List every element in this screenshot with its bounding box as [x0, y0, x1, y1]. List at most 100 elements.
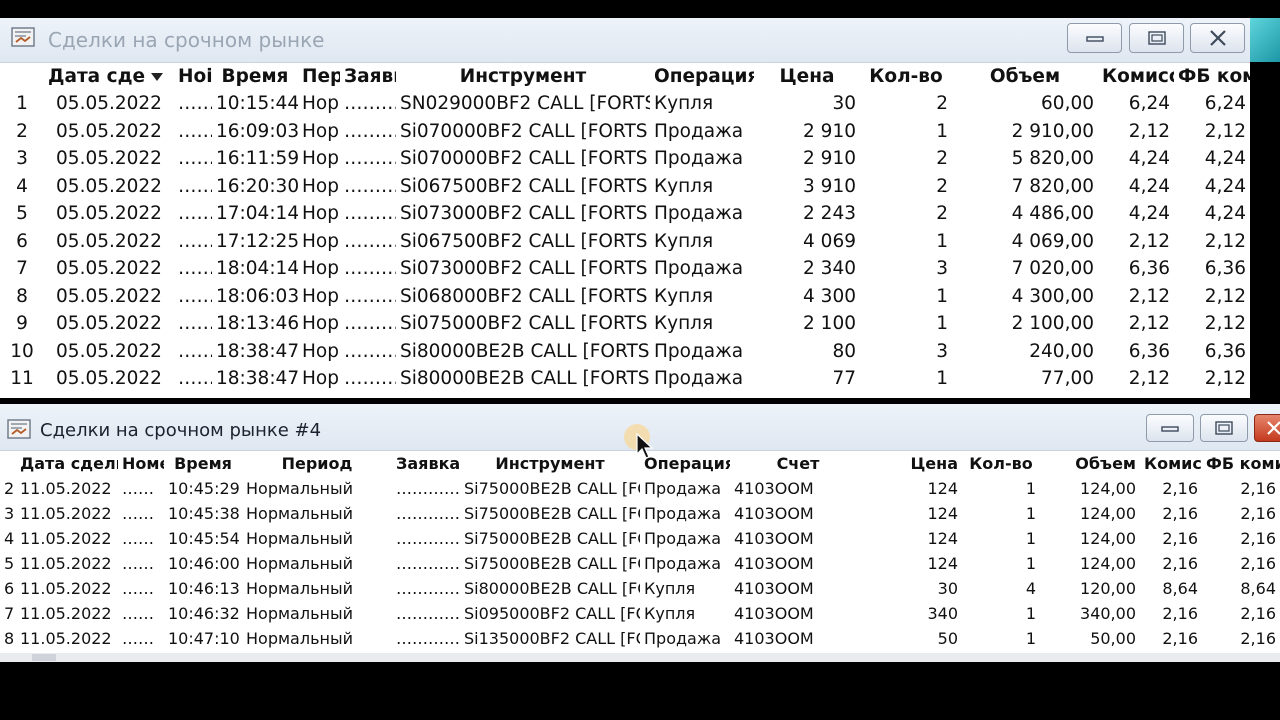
- scrollbar-thumb[interactable]: [32, 654, 56, 661]
- table-row[interactable]: 2 05.05.2022 ……16:09:03Норм…………Si070000BF2…: [0, 118, 1250, 146]
- cell-order: …………: [344, 368, 396, 390]
- column-header-time[interactable]: Время: [212, 62, 298, 90]
- cell-index: 4: [4, 529, 15, 548]
- column-header-exchange-fee[interactable]: ФБ коми: [1202, 450, 1280, 476]
- cell-quantity: 1: [936, 230, 948, 252]
- column-header-number[interactable]: Ноі: [174, 62, 212, 90]
- column-header-date[interactable]: Дата сде: [44, 62, 174, 90]
- horizontal-scrollbar[interactable]: [0, 653, 1280, 662]
- cell-account: 4103OOM: [734, 579, 814, 598]
- cell-price: 124: [927, 554, 958, 573]
- cell-index: 11: [10, 368, 34, 390]
- cell-operation: Продажа: [654, 148, 744, 170]
- column-header-number[interactable]: Номе: [118, 450, 164, 476]
- minimize-button[interactable]: [1146, 414, 1194, 442]
- column-header-order[interactable]: Заявк: [340, 62, 396, 90]
- table-row[interactable]: 5 05.05.2022 ……17:04:14Норм…………Si073000BF2…: [0, 200, 1250, 228]
- close-button[interactable]: [1190, 23, 1245, 53]
- column-header-quantity[interactable]: Кол-во: [962, 450, 1040, 476]
- cell-order: …………: [396, 604, 460, 623]
- table-1-header: Дата сде Ноі Время Пер Заявк Инструмент …: [0, 62, 1250, 90]
- column-header-time[interactable]: Время: [164, 450, 242, 476]
- cell-index: 9: [16, 313, 28, 335]
- cell-time: 16:11:59: [216, 148, 298, 170]
- cell-operation: Купля: [654, 93, 714, 115]
- cell-time: 18:04:14: [216, 258, 298, 280]
- close-icon: [1209, 30, 1226, 46]
- cell-volume: 4 069,00: [1011, 230, 1094, 252]
- cell-price: 77: [832, 368, 856, 390]
- column-header-index[interactable]: [0, 62, 44, 90]
- column-header-order[interactable]: Заявка: [392, 450, 460, 476]
- column-header-account[interactable]: Счет: [730, 450, 866, 476]
- table-row[interactable]: 9 05.05.2022 ……18:13:46Норм…………Si075000BF2…: [0, 310, 1250, 338]
- cell-price: 2 243: [803, 203, 856, 225]
- cell-index: 4: [16, 175, 28, 197]
- maximize-button[interactable]: [1200, 414, 1248, 442]
- cell-period: Норм: [302, 258, 340, 280]
- minimize-button[interactable]: [1067, 23, 1122, 53]
- cell-index: 7: [4, 604, 15, 623]
- close-button[interactable]: [1254, 414, 1280, 442]
- cell-operation: Продажа: [644, 479, 722, 498]
- column-header-label: Дата сде: [48, 65, 146, 87]
- cell-order: …………: [344, 258, 396, 280]
- column-header-period[interactable]: Период: [242, 450, 392, 476]
- cell-account: 4103OOM: [734, 504, 814, 523]
- table-row[interactable]: 4 05.05.2022 ……16:20:30Норм…………Si067500BF2…: [0, 173, 1250, 201]
- column-header-instrument[interactable]: Инструмент: [396, 62, 650, 90]
- table-row[interactable]: 1 05.05.2022 ……10:15:44Норм…………SN029000BF2…: [0, 90, 1250, 118]
- cell-commission: 6,36: [1128, 258, 1170, 280]
- window-1-title: Сделки на срочном рынке: [48, 28, 325, 52]
- cell-commission: 4,24: [1128, 203, 1170, 225]
- cell-date: 05.05.2022: [56, 230, 162, 252]
- cell-price: 50: [937, 629, 958, 648]
- cell-number: ……: [122, 529, 154, 548]
- table-row[interactable]: 8 05.05.2022 ……18:06:03Норм…………Si068000BF2…: [0, 283, 1250, 311]
- table-row[interactable]: 4 11.05.2022 …… 10:45:54 Нормальный ………… Si750…: [0, 526, 1280, 551]
- cell-order: …………: [396, 554, 460, 573]
- column-header-exchange-fee[interactable]: ФБ ком: [1174, 62, 1250, 90]
- column-header-date[interactable]: Дата сдели: [16, 450, 118, 476]
- table-row[interactable]: 2 11.05.2022 …… 10:45:29 Нормальный ………… Si750…: [0, 476, 1280, 501]
- cell-order: …………: [396, 629, 460, 648]
- column-header-period[interactable]: Пер: [298, 62, 340, 90]
- column-header-commission[interactable]: Комисс: [1098, 62, 1174, 90]
- table-row[interactable]: 3 05.05.2022 ……16:11:59Норм…………Si070000BF2…: [0, 145, 1250, 173]
- column-header-volume[interactable]: Объем: [952, 62, 1098, 90]
- table-row[interactable]: 7 11.05.2022 …… 10:46:32 Нормальный ………… Si095…: [0, 601, 1280, 626]
- cell-instrument: Si095000BF2 CALL [FOF: [464, 604, 640, 623]
- table-row[interactable]: 8 11.05.2022 …… 10:47:10 Нормальный ………… Si135…: [0, 626, 1280, 651]
- table-row[interactable]: 3 11.05.2022 …… 10:45:38 Нормальный ………… Si750…: [0, 501, 1280, 526]
- cell-period: Норм: [302, 368, 340, 390]
- column-header-operation[interactable]: Операция: [650, 62, 754, 90]
- column-header-volume[interactable]: Объем: [1040, 450, 1140, 476]
- table-row[interactable]: 6 05.05.2022 ……17:12:25Норм…………Si067500BF2…: [0, 228, 1250, 256]
- maximize-button[interactable]: [1129, 23, 1184, 53]
- column-header-quantity[interactable]: Кол-во: [860, 62, 952, 90]
- table-row[interactable]: 6 11.05.2022 …… 10:46:13 Нормальный ………… Si800…: [0, 576, 1280, 601]
- table-1-body: 105.05.2022……10:15:44Норм…………SN029000BF2…: [0, 90, 1250, 393]
- cell-instrument: Si75000BE2B CALL [FOF: [464, 554, 640, 573]
- window-1-titlebar[interactable]: Сделки на срочном рынке: [0, 18, 1250, 63]
- cell-period: Норм: [302, 175, 340, 197]
- table-row[interactable]: 5 11.05.2022 …… 10:46:00 Нормальный ………… Si750…: [0, 551, 1280, 576]
- cell-operation: Продажа: [654, 258, 744, 280]
- minimize-icon: [1085, 36, 1104, 42]
- cell-quantity: 4: [1025, 579, 1036, 598]
- cell-instrument: Si067500BF2 CALL [FORTS (: [400, 175, 650, 197]
- cell-quantity: 2: [936, 175, 948, 197]
- column-header-commission[interactable]: Комисс: [1140, 450, 1202, 476]
- table-row[interactable]: 11 05.05.2022 ……18:38:47Норм…………Si80000BE2…: [0, 365, 1250, 393]
- cell-date: 05.05.2022: [56, 340, 162, 362]
- cell-period: Норм: [302, 313, 340, 335]
- column-header-instrument[interactable]: Инструмент: [460, 450, 640, 476]
- column-header-price[interactable]: Цена: [866, 450, 962, 476]
- cell-period: Норм: [302, 230, 340, 252]
- column-header-index[interactable]: [0, 450, 16, 476]
- column-header-price[interactable]: Цена: [754, 62, 860, 90]
- cell-commission: 6,36: [1128, 340, 1170, 362]
- table-row[interactable]: 10 05.05.2022 ……18:38:47Норм…………Si80000BE2…: [0, 338, 1250, 366]
- cell-price: 80: [832, 340, 856, 362]
- table-row[interactable]: 7 05.05.2022 ……18:04:14Норм…………Si073000BF2…: [0, 255, 1250, 283]
